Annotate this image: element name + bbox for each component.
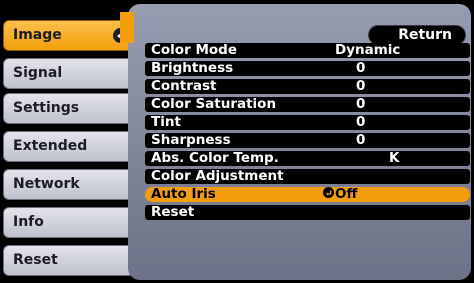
tab-label: Info [13, 214, 44, 230]
tab-image[interactable]: Image [3, 20, 134, 51]
item-value: K [389, 150, 400, 166]
item-value: 0 [356, 60, 366, 76]
item-value: Off [335, 186, 358, 202]
tab-label: Reset [13, 252, 58, 268]
item-label: Tint [151, 114, 181, 130]
settings-list: Color Mode Dynamic Brightness 0 Contrast… [145, 42, 470, 275]
item-value: 0 [356, 78, 366, 94]
tab-reset[interactable]: Reset [3, 245, 134, 276]
item-auto-iris[interactable]: Auto Iris Off [145, 186, 470, 202]
item-label: Abs. Color Temp. [151, 150, 279, 166]
enter-icon [323, 187, 334, 198]
projector-menu: Image Signal Settings Extended Network I… [0, 0, 474, 283]
tab-signal[interactable]: Signal [3, 58, 134, 89]
tab-label: Extended [13, 138, 88, 154]
item-sharpness[interactable]: Sharpness 0 [145, 132, 470, 148]
tab-label: Network [13, 176, 80, 192]
tab-label: Image [13, 27, 62, 43]
tab-label: Settings [13, 100, 80, 116]
item-value: 0 [356, 114, 366, 130]
item-label: Sharpness [151, 132, 231, 148]
item-color-saturation[interactable]: Color Saturation 0 [145, 96, 470, 112]
item-label: Contrast [151, 78, 217, 94]
item-contrast[interactable]: Contrast 0 [145, 78, 470, 94]
item-color-mode[interactable]: Color Mode Dynamic [145, 42, 470, 58]
tab-settings[interactable]: Settings [3, 93, 134, 124]
selected-tab-connector [120, 12, 134, 43]
item-value: Dynamic [335, 42, 401, 58]
tab-network[interactable]: Network [3, 169, 134, 200]
item-brightness[interactable]: Brightness 0 [145, 60, 470, 76]
item-value-group: Off [323, 186, 357, 202]
item-label: Color Saturation [151, 96, 277, 112]
item-abs-color-temp[interactable]: Abs. Color Temp. K [145, 150, 470, 166]
item-tint[interactable]: Tint 0 [145, 114, 470, 130]
item-value: 0 [356, 96, 366, 112]
item-label: Reset [151, 204, 195, 220]
tab-info[interactable]: Info [3, 207, 134, 238]
item-label: Brightness [151, 60, 234, 76]
item-value: 0 [356, 132, 366, 148]
item-label: Color Mode [151, 42, 237, 58]
tab-extended[interactable]: Extended [3, 131, 134, 162]
item-label: Auto Iris [151, 186, 216, 202]
item-color-adjustment[interactable]: Color Adjustment [145, 168, 470, 184]
item-reset[interactable]: Reset [145, 204, 470, 220]
tab-label: Signal [13, 65, 63, 81]
item-label: Color Adjustment [151, 168, 284, 184]
